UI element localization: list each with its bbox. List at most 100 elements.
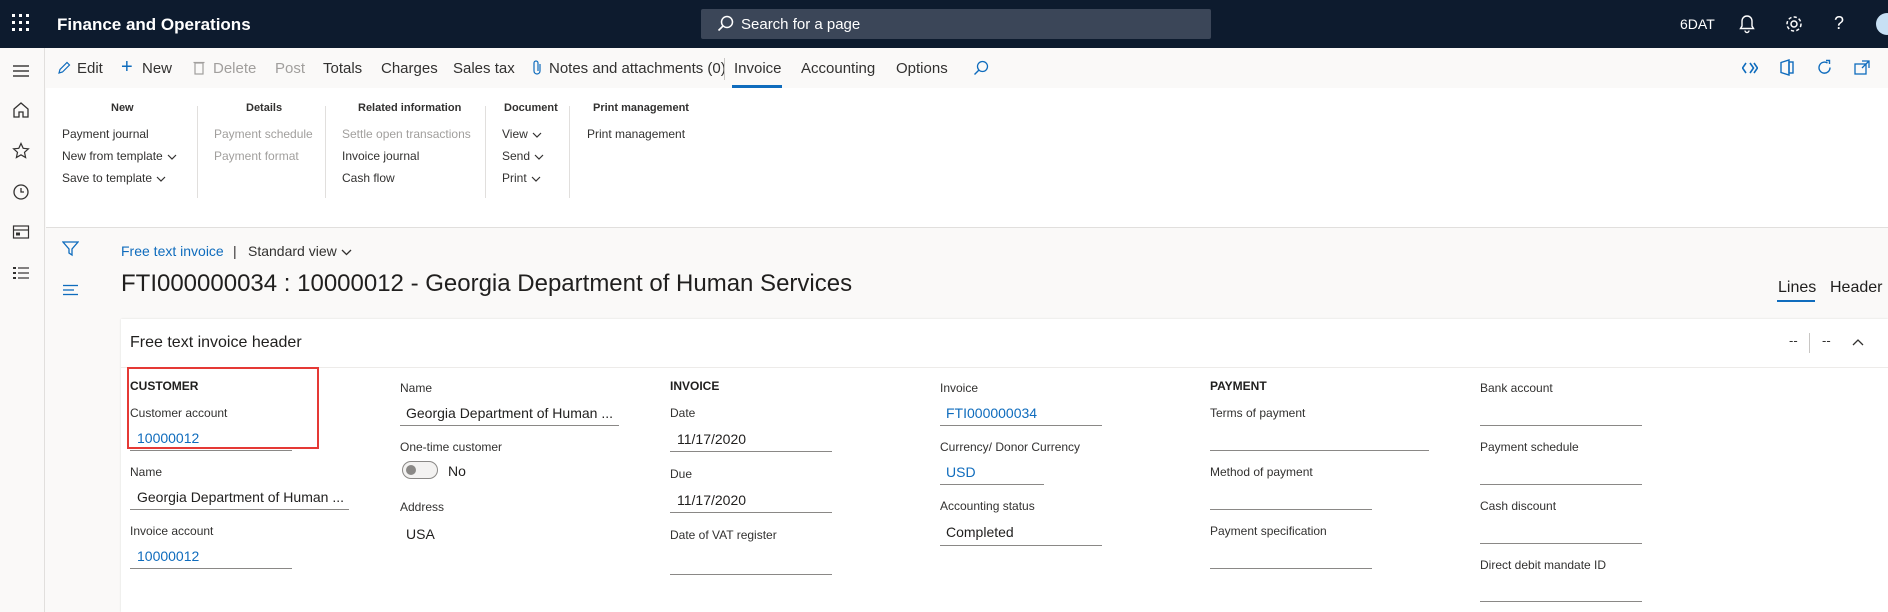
avatar[interactable] [1876, 13, 1888, 35]
breadcrumb-link-free-text-invoice[interactable]: Free text invoice [121, 243, 224, 259]
tab-lines[interactable]: Lines [1778, 279, 1816, 297]
related-info-icon[interactable] [62, 284, 79, 296]
customer-name-label: Name [130, 465, 163, 479]
address-label: Address [400, 500, 445, 514]
post-button[interactable]: Post [275, 60, 305, 77]
payment-specification-label: Payment specification [1210, 524, 1327, 538]
group-separator [569, 106, 570, 198]
currency-underline [940, 484, 1044, 485]
currency-field[interactable]: USD [946, 464, 976, 480]
tab-options[interactable]: Options [896, 60, 948, 77]
chevron-up-icon[interactable] [1852, 338, 1864, 346]
view-button[interactable]: View [502, 127, 542, 141]
accounting-status-underline [940, 545, 1102, 546]
home-icon[interactable] [12, 101, 30, 119]
print-management-button[interactable]: Print management [587, 127, 685, 141]
accounting-status-field[interactable]: Completed [946, 524, 1014, 540]
tab-invoice[interactable]: Invoice [734, 60, 782, 77]
cash-discount-field[interactable] [1480, 543, 1642, 544]
app-title[interactable]: Finance and Operations [57, 15, 251, 35]
one-time-customer-label: One-time customer [400, 440, 503, 454]
one-time-customer-value: No [448, 463, 466, 479]
search-box[interactable]: Search for a page [701, 9, 1211, 39]
method-of-payment-field[interactable] [1210, 509, 1372, 510]
clock-icon[interactable] [12, 183, 30, 201]
refresh-icon[interactable] [1816, 59, 1833, 76]
invoice-account-label: Invoice account [130, 524, 214, 538]
tab-accounting[interactable]: Accounting [801, 60, 875, 77]
app-launcher-icon[interactable] [12, 14, 32, 34]
bell-icon[interactable] [1738, 14, 1756, 34]
due-label: Due [670, 467, 693, 481]
open-new-window-icon[interactable] [1854, 60, 1870, 75]
payment-specification-field[interactable] [1210, 568, 1372, 569]
payment-schedule-button[interactable]: Payment schedule [214, 127, 313, 141]
sales-tax-button[interactable]: Sales tax [453, 60, 515, 77]
send-button[interactable]: Send [502, 149, 544, 163]
save-to-template-button[interactable]: Save to template [62, 171, 166, 185]
customer-name-underline [130, 509, 349, 510]
date-label: Date [670, 406, 696, 420]
print-label: Print [502, 171, 527, 185]
hamburger-menu-icon[interactable] [12, 64, 30, 78]
search-icon [717, 15, 734, 32]
highlight-box [127, 367, 319, 449]
date-of-vat-register-field[interactable] [670, 574, 832, 575]
customer-name-field[interactable]: Georgia Department of Human ... [137, 489, 344, 505]
settle-open-transactions-button[interactable]: Settle open transactions [342, 127, 471, 141]
customer-account-underline [130, 450, 292, 451]
name-label: Name [400, 381, 433, 395]
invoice-account-field[interactable]: 10000012 [137, 548, 199, 564]
print-button[interactable]: Print [502, 171, 541, 185]
company-picker[interactable]: 6DAT [1680, 16, 1715, 32]
group-separator [485, 106, 486, 198]
group-print-management-title: Print management [593, 102, 689, 114]
currency-label: Currency/ Donor Currency [940, 440, 1081, 454]
direct-debit-mandate-field[interactable] [1480, 601, 1642, 602]
payment-format-button[interactable]: Payment format [214, 149, 299, 163]
star-icon[interactable] [12, 142, 30, 160]
edit-button[interactable]: Edit [77, 60, 103, 77]
charges-button[interactable]: Charges [381, 60, 438, 77]
cash-flow-button[interactable]: Cash flow [342, 171, 395, 185]
notes-attachments-button[interactable]: Notes and attachments (0) [549, 60, 726, 77]
modules-icon[interactable] [12, 265, 30, 281]
office-icon[interactable] [1780, 59, 1794, 76]
totals-button[interactable]: Totals [323, 60, 362, 77]
group-separator [325, 106, 326, 198]
bank-account-field[interactable] [1480, 425, 1642, 426]
action-pane: Edit + New Delete Post Totals Charges Sa… [46, 48, 1888, 88]
new-button[interactable]: New [142, 60, 172, 77]
card-title[interactable]: Free text invoice header [130, 334, 302, 352]
help-icon[interactable]: ? [1834, 13, 1844, 34]
terms-of-payment-field[interactable] [1210, 450, 1429, 451]
invoice-label: Invoice [940, 381, 979, 395]
one-time-customer-toggle[interactable] [402, 461, 438, 479]
payment-schedule-field[interactable] [1480, 484, 1642, 485]
due-field[interactable]: 11/17/2020 [677, 492, 746, 508]
bank-account-label: Bank account [1480, 381, 1553, 395]
view-selector-label: Standard view [248, 243, 337, 259]
paperclip-icon [533, 60, 541, 75]
due-underline [670, 512, 832, 513]
new-from-template-label: New from template [62, 149, 163, 163]
invoice-journal-button[interactable]: Invoice journal [342, 149, 419, 163]
name-field[interactable]: Georgia Department of Human ... [406, 405, 613, 421]
edit-icon [58, 61, 71, 74]
invoice-id-field[interactable]: FTI000000034 [946, 405, 1037, 421]
chevron-down-icon [534, 154, 544, 160]
find-icon[interactable] [973, 60, 989, 76]
connector-icon[interactable] [1742, 61, 1758, 75]
view-selector[interactable]: Standard view [248, 243, 352, 259]
date-underline [670, 451, 832, 452]
tab-header[interactable]: Header [1830, 279, 1882, 297]
date-field[interactable]: 11/17/2020 [677, 431, 746, 447]
section-payment: PAYMENT [1210, 379, 1267, 393]
delete-button[interactable]: Delete [213, 60, 256, 77]
filter-icon[interactable] [62, 241, 79, 257]
new-from-template-button[interactable]: New from template [62, 149, 177, 163]
card-separator [1809, 333, 1810, 353]
workspaces-icon[interactable] [12, 224, 30, 240]
payment-journal-button[interactable]: Payment journal [62, 127, 149, 141]
gear-icon[interactable] [1784, 14, 1804, 34]
